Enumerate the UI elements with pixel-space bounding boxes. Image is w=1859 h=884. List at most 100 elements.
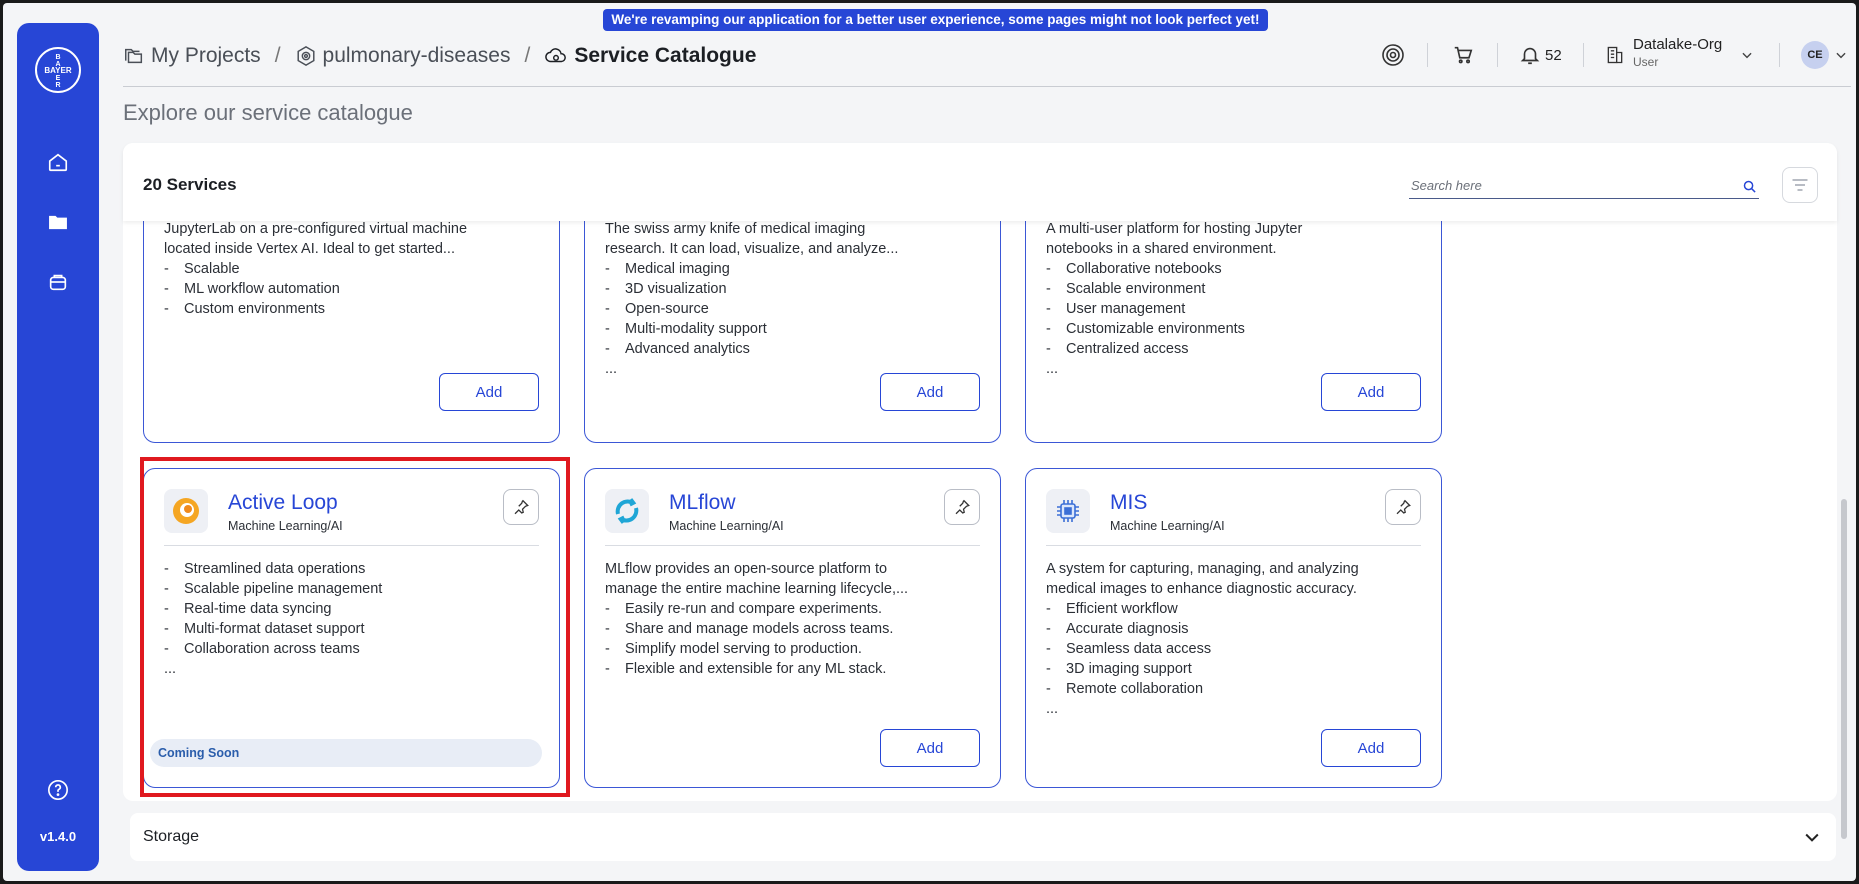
- feature-item: - Collaborative notebooks: [1046, 261, 1222, 277]
- feature-item: - Share and manage models across teams.: [605, 621, 894, 637]
- feature-item: - ML workflow automation: [164, 281, 340, 297]
- folder-icon[interactable]: [45, 209, 71, 235]
- coming-soon-badge: Coming Soon: [150, 739, 542, 767]
- notifications-button[interactable]: 52: [1519, 41, 1562, 69]
- panel-header: 20 Services: [123, 143, 1837, 221]
- pin-button[interactable]: [944, 489, 980, 525]
- user-chevron-down-icon[interactable]: [1831, 45, 1851, 65]
- card-divider: [1046, 545, 1421, 546]
- feature-list: - Collaborative notebooks - Scalable envir…: [1046, 259, 1245, 379]
- page-title: Explore our service catalogue: [123, 100, 413, 125]
- settings-badge-icon[interactable]: [1379, 41, 1407, 69]
- service-description: A multi-user platform for hosting Jupyte…: [1046, 221, 1303, 237]
- service-card-active-loop: Active Loop Machine Learning/AI - Streaml…: [143, 468, 560, 788]
- feature-item: - Scalable environment: [1046, 281, 1206, 297]
- header-divider-line: [123, 86, 1851, 87]
- more-indicator: ...: [164, 661, 177, 677]
- service-description: manage the entire machine learning lifec…: [605, 581, 909, 597]
- header-divider: [1497, 43, 1498, 67]
- service-name[interactable]: Active Loop: [228, 491, 338, 515]
- org-name[interactable]: Datalake-Org: [1633, 36, 1722, 53]
- header-divider: [1427, 43, 1428, 67]
- pin-button[interactable]: [1385, 489, 1421, 525]
- feature-list: - Scalable - ML workflow automation - Custo…: [164, 259, 340, 319]
- filter-icon: [1792, 179, 1808, 191]
- avatar[interactable]: CE: [1801, 41, 1829, 69]
- feature-item: - Advanced analytics: [605, 341, 750, 357]
- feature-item: - Accurate diagnosis: [1046, 621, 1189, 637]
- project-icon: [297, 45, 315, 67]
- svg-text:A: A: [55, 61, 60, 68]
- pin-icon: [1396, 499, 1411, 515]
- service-name[interactable]: MLflow: [669, 491, 736, 515]
- add-button[interactable]: Add: [439, 373, 539, 411]
- svg-text:R: R: [55, 82, 60, 89]
- service-category: Machine Learning/AI: [669, 519, 784, 533]
- announcement-banner: We're revamping our application for a be…: [603, 9, 1268, 31]
- app-window: BAYER B A E R v1.4.0 We're revamping our…: [3, 3, 1856, 881]
- service-description: notebooks in a shared environment.: [1046, 241, 1277, 257]
- more-indicator: ...: [605, 361, 618, 377]
- pin-button[interactable]: [503, 489, 539, 525]
- feature-item: - Medical imaging: [605, 261, 730, 277]
- org-role: User: [1633, 55, 1659, 69]
- svg-text:B: B: [55, 54, 60, 61]
- active-loop-logo-icon: [164, 489, 208, 533]
- mis-logo-icon: [1046, 489, 1090, 533]
- add-button[interactable]: Add: [1321, 729, 1421, 767]
- bag-icon[interactable]: [45, 269, 71, 295]
- breadcrumb: My Projects / pulmonary-diseases / Servi…: [123, 41, 756, 71]
- service-description: JupyterLab on a pre-configured virtual m…: [164, 221, 468, 237]
- service-card-mis: MIS Machine Learning/AI A system for cap…: [1025, 468, 1442, 788]
- feature-item: - Collaboration across teams: [164, 641, 360, 657]
- mlflow-logo-icon: [605, 489, 649, 533]
- org-chevron-down-icon[interactable]: [1737, 45, 1757, 65]
- service-card: A multi-user platform for hosting Jupyte…: [1025, 221, 1442, 443]
- services-count: 20 Services: [143, 175, 237, 194]
- feature-item: - Real-time data syncing: [164, 601, 332, 617]
- add-button[interactable]: Add: [880, 729, 980, 767]
- feature-item: - Multi-format dataset support: [164, 621, 365, 637]
- svg-text:E: E: [56, 75, 61, 82]
- feature-list: - Streamlined data operations - Scalable p…: [164, 559, 382, 679]
- search-icon[interactable]: [1742, 179, 1757, 199]
- service-description: located inside Vertex AI. Ideal to get s…: [164, 241, 455, 257]
- app-version: v1.4.0: [39, 829, 77, 844]
- feature-item: - Custom environments: [164, 301, 326, 317]
- feature-item: - Simplify model serving to production.: [605, 641, 862, 657]
- bayer-logo[interactable]: BAYER B A E R: [35, 47, 81, 93]
- scrollbar-thumb[interactable]: [1841, 499, 1847, 839]
- feature-item: - Customizable environments: [1046, 321, 1245, 337]
- filter-button[interactable]: [1782, 167, 1818, 203]
- search-input[interactable]: [1409, 178, 1729, 193]
- more-indicator: ...: [1046, 701, 1059, 717]
- add-button[interactable]: Add: [1321, 373, 1421, 411]
- service-name[interactable]: MIS: [1110, 491, 1147, 515]
- header-divider: [1779, 43, 1780, 67]
- service-description: The swiss army knife of medical imaging: [605, 221, 866, 237]
- service-description: research. It can load, visualize, and an…: [605, 241, 899, 257]
- feature-item: - User management: [1046, 301, 1186, 317]
- service-description: A system for capturing, managing, and an…: [1046, 561, 1359, 577]
- help-icon[interactable]: [45, 777, 71, 803]
- chevron-down-icon[interactable]: [1802, 827, 1822, 852]
- feature-list: - Efficient workflow - Accurate diagnosis …: [1046, 599, 1211, 719]
- breadcrumb-project[interactable]: pulmonary-diseases: [295, 44, 510, 68]
- home-icon[interactable]: [45, 149, 71, 175]
- feature-item: - Flexible and extensible for any ML stac…: [605, 661, 887, 677]
- pin-icon: [955, 499, 970, 515]
- cloud-cog-icon: [545, 48, 567, 63]
- storage-accordion[interactable]: Storage: [130, 813, 1836, 861]
- service-card: The swiss army knife of medical imaging …: [584, 221, 1001, 443]
- feature-list: - Medical imaging -3D visualization - Open…: [605, 259, 767, 379]
- feature-item: - Seamless data access: [1046, 641, 1212, 657]
- breadcrumb-my-projects[interactable]: My Projects: [123, 44, 261, 68]
- add-button[interactable]: Add: [880, 373, 980, 411]
- feature-item: - Multi-modality support: [605, 321, 767, 337]
- feature-item: - Scalable pipeline management: [164, 581, 383, 597]
- cart-icon[interactable]: [1449, 41, 1477, 69]
- sidebar: BAYER B A E R v1.4.0: [17, 23, 99, 871]
- feature-item: - Streamlined data operations: [164, 561, 366, 577]
- notifications-count: 52: [1545, 46, 1562, 64]
- bell-icon: [1520, 47, 1540, 65]
